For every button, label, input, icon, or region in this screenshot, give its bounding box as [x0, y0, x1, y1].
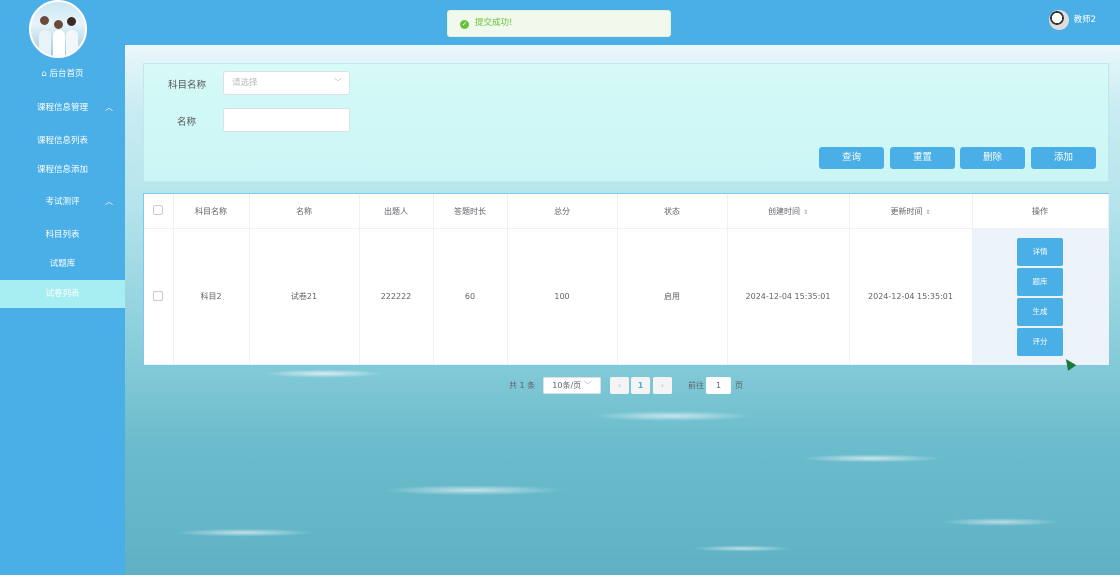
sidebar-item-question-bank[interactable]: 试题库	[0, 251, 125, 277]
toast-message: 提交成功!	[475, 18, 513, 28]
paper-table: 科目名称 名称 出题人 答题时长 总分 状态 创建时间 ⇕ 更新时间 ⇕ 操作 科目…	[143, 193, 1109, 366]
user-avatar	[1048, 9, 1069, 30]
user-menu[interactable]: 教师2	[1048, 9, 1096, 31]
sidebar-item-paper-list[interactable]: 试卷列表	[0, 280, 125, 308]
sidebar-item-label: 试卷列表	[45, 289, 80, 299]
col-header-created[interactable]: 创建时间 ⇕	[727, 194, 850, 229]
sort-icon[interactable]: ⇕	[925, 209, 930, 216]
cell-status: 启用	[617, 228, 728, 365]
sort-icon[interactable]: ⇕	[803, 209, 808, 216]
chevron-up-icon: ︿	[105, 197, 113, 206]
chevron-up-icon: ︿	[105, 103, 113, 112]
page-size-select[interactable]: 10条/页 ﹀	[543, 377, 601, 394]
subject-label: 科目名称	[168, 80, 207, 91]
user-name: 教师2	[1073, 15, 1096, 25]
cell-duration: 60	[433, 228, 508, 365]
page-size-value: 10条/页	[552, 381, 582, 390]
goto-page-input[interactable]: 1	[706, 377, 731, 394]
col-header-status: 状态	[617, 194, 728, 229]
cell-created: 2024-12-04 15:35:01	[727, 228, 850, 365]
subject-select[interactable]: 请选择 ﹀	[223, 71, 350, 95]
cell-total: 100	[507, 228, 618, 365]
col-header-updated[interactable]: 更新时间 ⇕	[849, 194, 973, 229]
check-circle-icon: ✓	[460, 20, 469, 29]
sidebar-item-label: 试题库	[49, 259, 76, 269]
add-button[interactable]: 添加	[1031, 147, 1096, 169]
chevron-down-icon: ﹀	[583, 381, 592, 390]
cell-updated: 2024-12-04 15:35:01	[849, 228, 973, 365]
sidebar-item-label: 课程信息添加	[36, 165, 88, 175]
reset-button[interactable]: 重置	[890, 147, 955, 169]
generate-button[interactable]: 生成	[1017, 297, 1063, 326]
col-header-created-label: 创建时间	[767, 206, 800, 216]
row-checkbox[interactable]	[144, 228, 174, 365]
col-header-duration: 答题时长	[433, 194, 508, 229]
table-row: 科目2 试卷21 222222 60 100 启用 2024-12-04 15:…	[144, 228, 1109, 365]
col-header-actions: 操作	[972, 194, 1109, 229]
goto-label: 前往	[688, 381, 704, 390]
pagination-total: 共 1 条	[509, 381, 536, 390]
sidebar-item-label: 课程信息管理	[36, 103, 88, 113]
chevron-down-icon: ﹀	[334, 78, 342, 87]
cell-actions: 详情 题库 生成 评分	[972, 228, 1109, 365]
cell-subject: 科目2	[173, 228, 250, 365]
cell-author: 222222	[359, 228, 434, 365]
sidebar-item-label: 课程信息列表	[36, 136, 88, 146]
sidebar-item-course-management[interactable]: 课程信息管理 ︿	[0, 95, 125, 121]
page-unit-label: 页	[735, 381, 743, 390]
col-header-name: 名称	[249, 194, 360, 229]
name-input[interactable]	[223, 108, 350, 132]
col-header-updated-label: 更新时间	[890, 206, 923, 216]
select-all-checkbox[interactable]	[144, 194, 174, 229]
sidebar-item-label: 科目列表	[45, 230, 80, 240]
sidebar-item-exam[interactable]: 考试测评 ︿	[0, 189, 125, 215]
sidebar: ⌂ 后台首页 课程信息管理 ︿ 课程信息列表 课程信息添加 考试测评 ︿ 科目列…	[0, 0, 125, 575]
success-toast: ✓ 提交成功!	[447, 10, 671, 37]
sidebar-item-label: 后台首页	[49, 69, 84, 79]
subject-select-placeholder: 请选择	[232, 78, 258, 88]
avatar	[29, 0, 87, 58]
cell-name: 试卷21	[249, 228, 360, 365]
name-label: 名称	[177, 117, 197, 128]
query-button[interactable]: 查询	[819, 147, 884, 169]
detail-button[interactable]: 详情	[1017, 237, 1063, 266]
sidebar-item-subject-list[interactable]: 科目列表	[0, 222, 125, 248]
col-header-total: 总分	[507, 194, 618, 229]
sidebar-item-home[interactable]: ⌂ 后台首页	[0, 61, 125, 87]
page-number-current[interactable]: 1	[631, 377, 650, 394]
grade-button[interactable]: 评分	[1017, 327, 1063, 356]
delete-button[interactable]: 删除	[960, 147, 1025, 169]
sidebar-item-course-add[interactable]: 课程信息添加	[0, 157, 125, 183]
table-header-row: 科目名称 名称 出题人 答题时长 总分 状态 创建时间 ⇕ 更新时间 ⇕ 操作	[144, 194, 1109, 229]
home-icon: ⌂	[41, 69, 47, 79]
question-bank-button[interactable]: 题库	[1017, 267, 1063, 296]
col-header-subject: 科目名称	[173, 194, 250, 229]
prev-page-button[interactable]: ‹	[610, 377, 629, 394]
col-header-author: 出题人	[359, 194, 434, 229]
sidebar-item-label: 考试测评	[45, 197, 80, 207]
next-page-button[interactable]: ›	[653, 377, 672, 394]
sidebar-item-course-list[interactable]: 课程信息列表	[0, 128, 125, 154]
